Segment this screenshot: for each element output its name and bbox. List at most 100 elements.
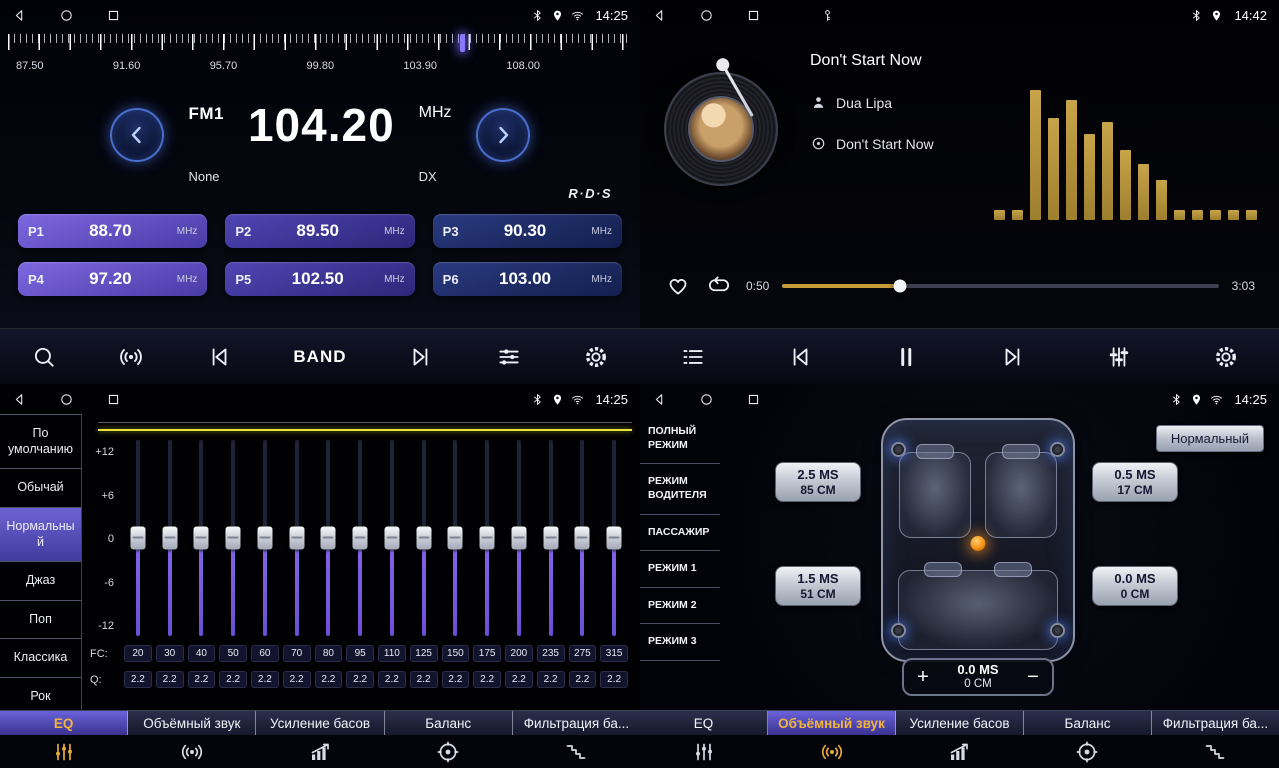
eq-band-slider[interactable] <box>313 440 345 636</box>
eq-band-slider[interactable] <box>281 440 313 636</box>
eq-slider-thumb[interactable] <box>130 527 145 550</box>
home-icon[interactable] <box>699 392 714 407</box>
eq-slider-thumb[interactable] <box>448 527 463 550</box>
progress-thumb[interactable] <box>894 279 907 292</box>
tab-surround-icon-cell[interactable] <box>128 735 256 768</box>
surround-mode-5[interactable]: РЕЖИМ 3 <box>640 624 720 661</box>
tab-surround-icon-cell[interactable] <box>768 735 896 768</box>
radio-preset-p5[interactable]: P5102.50MHz <box>225 262 414 296</box>
frequency-scale[interactable]: 87.5091.6095.7099.80103.90108.00 <box>8 34 632 84</box>
eq-preset-5[interactable]: Классика <box>0 639 81 678</box>
tab-bass-boost-icon-cell[interactable] <box>896 735 1024 768</box>
settings-gear-icon[interactable] <box>1213 344 1239 370</box>
tab-balance[interactable]: Баланс <box>1024 711 1152 735</box>
radio-preset-p6[interactable]: P6103.00MHz <box>433 262 622 296</box>
band-button[interactable]: BAND <box>293 347 346 367</box>
tab-eq[interactable]: EQ <box>0 711 128 735</box>
eq-band-slider[interactable] <box>471 440 503 636</box>
eq-slider-thumb[interactable] <box>257 527 272 550</box>
tab-eq-icon-cell[interactable] <box>640 735 768 768</box>
previous-track-icon[interactable] <box>787 344 813 370</box>
favorite-heart-icon[interactable] <box>664 273 692 298</box>
eq-slider-thumb[interactable] <box>575 527 590 550</box>
surround-mode-4[interactable]: РЕЖИМ 2 <box>640 588 720 625</box>
eq-band-slider[interactable] <box>440 440 472 636</box>
eq-preset-0[interactable]: По умолчанию <box>0 415 81 469</box>
search-icon[interactable] <box>31 344 57 370</box>
settings-gear-icon[interactable] <box>583 344 609 370</box>
tab-balance-icon-cell[interactable] <box>1023 735 1151 768</box>
tab-filter[interactable]: Фильтрация ба... <box>513 711 640 735</box>
sound-preset-button[interactable]: Нормальный <box>1156 425 1264 452</box>
tab-bass-boost[interactable]: Усиление басов <box>896 711 1024 735</box>
delay-front-right[interactable]: 0.5 MS17 CM <box>1092 462 1178 502</box>
eq-slider-thumb[interactable] <box>162 527 177 550</box>
next-icon[interactable] <box>408 344 434 370</box>
eq-slider-thumb[interactable] <box>321 527 336 550</box>
surround-mode-0[interactable]: ПОЛНЫЙ РЕЖИМ <box>640 414 720 464</box>
surround-mode-3[interactable]: РЕЖИМ 1 <box>640 551 720 588</box>
delay-rear-right[interactable]: 0.0 MS0 CM <box>1092 566 1178 606</box>
back-icon[interactable] <box>12 392 27 407</box>
recents-icon[interactable] <box>106 8 121 23</box>
next-track-icon[interactable] <box>1000 344 1026 370</box>
eq-slider-thumb[interactable] <box>543 527 558 550</box>
previous-icon[interactable] <box>206 344 232 370</box>
recents-icon[interactable] <box>746 392 761 407</box>
eq-band-slider[interactable] <box>598 440 630 636</box>
eq-band-slider[interactable] <box>408 440 440 636</box>
tab-bass-boost[interactable]: Усиление басов <box>256 711 384 735</box>
eq-slider-thumb[interactable] <box>353 527 368 550</box>
eq-slider-thumb[interactable] <box>194 527 209 550</box>
eq-slider-thumb[interactable] <box>289 527 304 550</box>
pause-icon[interactable] <box>893 344 919 370</box>
eq-slider-thumb[interactable] <box>384 527 399 550</box>
eq-slider-thumb[interactable] <box>607 527 622 550</box>
eq-preset-4[interactable]: Поп <box>0 601 81 640</box>
tab-filter-icon-cell[interactable] <box>1151 735 1279 768</box>
playlist-icon[interactable] <box>680 344 706 370</box>
tab-balance-icon-cell[interactable] <box>384 735 512 768</box>
eq-band-slider[interactable] <box>503 440 535 636</box>
surround-mode-1[interactable]: РЕЖИМ ВОДИТЕЛЯ <box>640 464 720 514</box>
eq-slider-thumb[interactable] <box>480 527 495 550</box>
tab-filter-icon-cell[interactable] <box>512 735 640 768</box>
eq-band-slider[interactable] <box>217 440 249 636</box>
eq-preset-1[interactable]: Обычай <box>0 469 81 508</box>
home-icon[interactable] <box>59 8 74 23</box>
delay-front-left[interactable]: 2.5 MS85 CM <box>775 462 861 502</box>
eq-preset-3[interactable]: Джаз <box>0 562 81 601</box>
tab-surround[interactable]: Объёмный звук <box>768 711 896 735</box>
radio-preset-p1[interactable]: P188.70MHz <box>18 214 207 248</box>
tab-eq-icon-cell[interactable] <box>0 735 128 768</box>
home-icon[interactable] <box>699 8 714 23</box>
back-icon[interactable] <box>652 392 667 407</box>
tab-eq[interactable]: EQ <box>640 711 768 735</box>
eq-band-slider[interactable] <box>249 440 281 636</box>
eq-band-slider[interactable] <box>344 440 376 636</box>
seek-down-button[interactable] <box>110 108 164 162</box>
eq-band-slider[interactable] <box>186 440 218 636</box>
delay-decrease-button[interactable]: − <box>1014 660 1052 694</box>
eq-band-slider[interactable] <box>376 440 408 636</box>
eq-band-slider[interactable] <box>122 440 154 636</box>
seek-up-button[interactable] <box>476 108 530 162</box>
home-icon[interactable] <box>59 392 74 407</box>
tune-icon[interactable] <box>496 344 522 370</box>
recents-icon[interactable] <box>106 392 121 407</box>
delay-increase-button[interactable]: + <box>904 660 942 694</box>
audio-faders-icon[interactable] <box>1106 344 1132 370</box>
back-icon[interactable] <box>652 8 667 23</box>
eq-slider-thumb[interactable] <box>226 527 241 550</box>
tab-surround[interactable]: Объёмный звук <box>128 711 256 735</box>
album-art[interactable] <box>664 72 778 186</box>
back-icon[interactable] <box>12 8 27 23</box>
eq-band-slider[interactable] <box>567 440 599 636</box>
delay-rear-left[interactable]: 1.5 MS51 CM <box>775 566 861 606</box>
recents-icon[interactable] <box>746 8 761 23</box>
eq-band-slider[interactable] <box>154 440 186 636</box>
surround-mode-2[interactable]: ПАССАЖИР <box>640 515 720 552</box>
eq-slider-thumb[interactable] <box>416 527 431 550</box>
radio-preset-p4[interactable]: P497.20MHz <box>18 262 207 296</box>
tab-filter[interactable]: Фильтрация ба... <box>1152 711 1279 735</box>
